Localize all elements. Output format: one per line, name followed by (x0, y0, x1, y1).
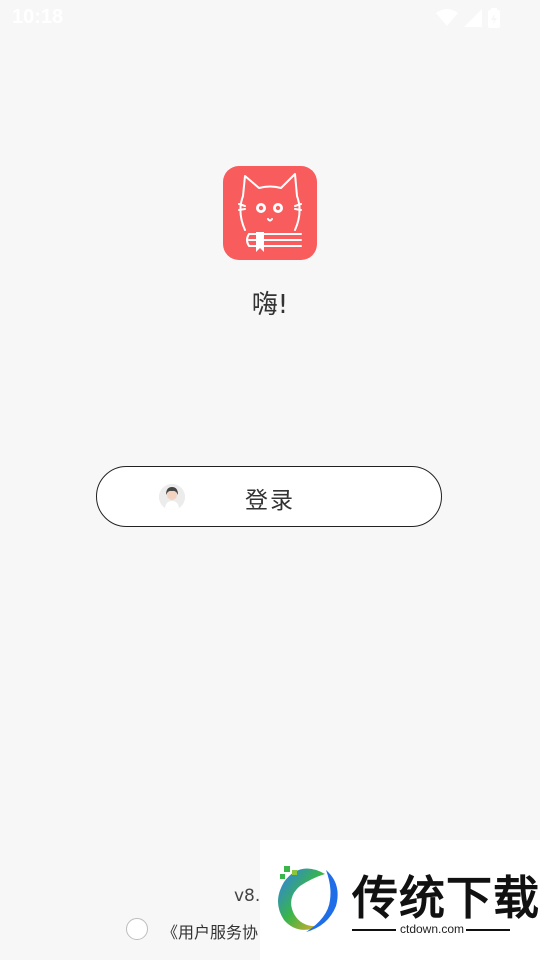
battery-icon (488, 8, 500, 28)
status-bar: 10:18 (0, 0, 540, 36)
greeting-text: 嗨! (251, 290, 289, 320)
version-text: v8. (234, 886, 261, 906)
ctdown-logo-icon (278, 866, 338, 932)
agreement-checkbox[interactable] (126, 918, 148, 940)
status-time: 10:18 (12, 6, 64, 28)
login-label: 登录 (245, 488, 295, 514)
watermark-title: 传统下载 (352, 871, 540, 925)
wifi-icon (436, 9, 458, 27)
login-button[interactable]: 登录 (96, 466, 442, 527)
watermark: 传统下载 ctdown.com (260, 840, 540, 960)
app-logo (223, 166, 317, 260)
watermark-subtitle: ctdown.com (400, 922, 465, 936)
watermark-rule-right (466, 929, 510, 931)
signal-icon (464, 9, 482, 27)
status-icons (436, 8, 500, 28)
cat-book-logo (238, 173, 302, 252)
watermark-rule-left (352, 929, 396, 931)
user-agreement-link[interactable]: 《用户服务协 (162, 919, 258, 943)
